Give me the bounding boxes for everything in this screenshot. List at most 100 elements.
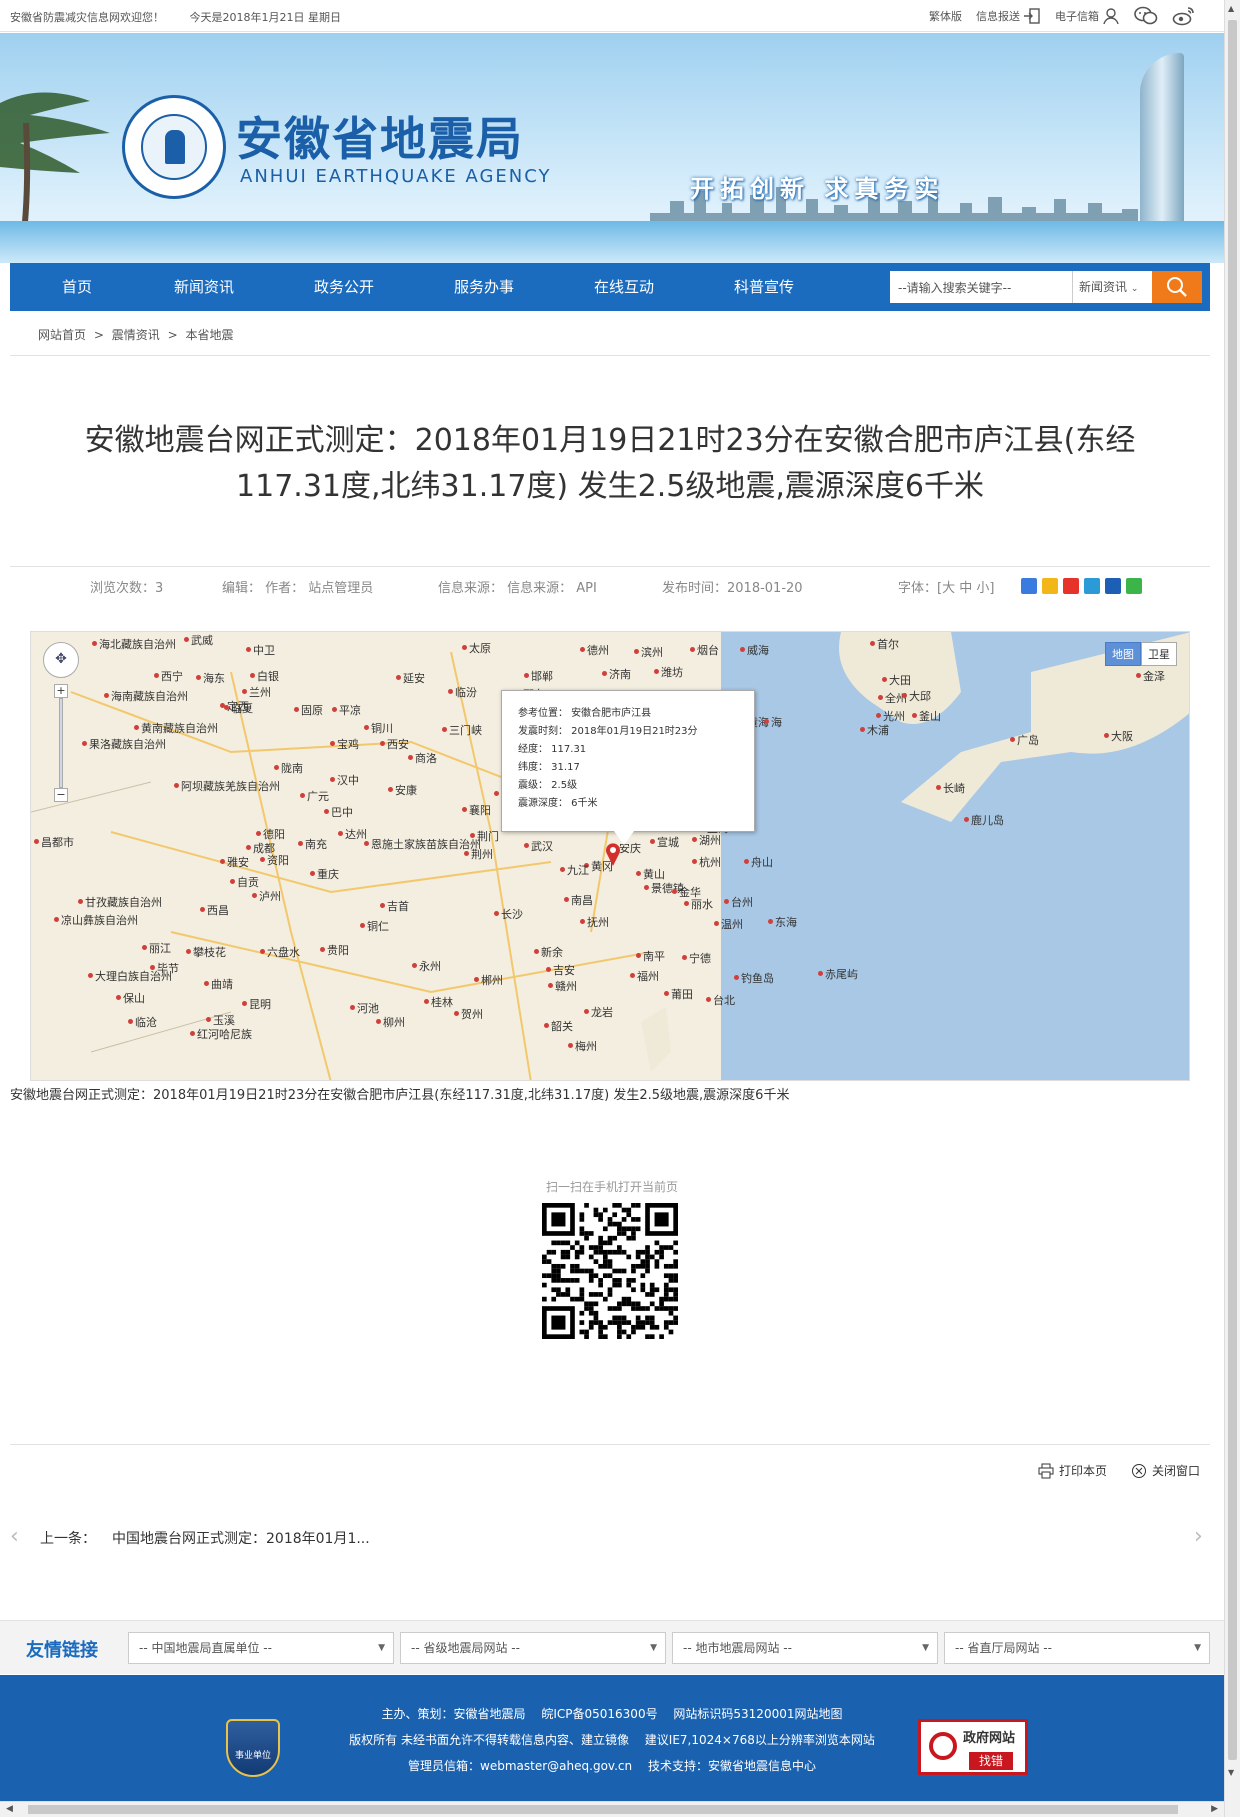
vertical-scrollbar[interactable]: ▲ ▼ bbox=[1224, 0, 1240, 1817]
share-tencent-icon[interactable] bbox=[1084, 578, 1100, 594]
map-pin-icon[interactable] bbox=[605, 842, 621, 866]
map-city-dot bbox=[274, 765, 279, 770]
map-label: 金泽 bbox=[1143, 670, 1165, 683]
scroll-up-icon[interactable]: ▲ bbox=[1228, 4, 1234, 13]
chevron-right-icon[interactable]: › bbox=[1194, 1524, 1203, 1549]
map-label: 广元 bbox=[307, 790, 329, 803]
map-city-dot bbox=[546, 967, 551, 972]
map-city-dot bbox=[442, 727, 447, 732]
footer-icp[interactable]: 皖ICP备05016300号 bbox=[541, 1707, 657, 1721]
nav-home[interactable]: 首页 bbox=[32, 263, 144, 311]
search-category-select[interactable]: 新闻资讯 ⌄ bbox=[1072, 271, 1152, 303]
footer-admin-email[interactable]: 管理员信箱：webmaster@aheq.gov.cn bbox=[408, 1759, 632, 1773]
map-city-dot bbox=[860, 727, 865, 732]
institution-badge[interactable]: 事业单位 bbox=[226, 1719, 280, 1777]
map-city-dot bbox=[1010, 737, 1015, 742]
breadcrumb-section[interactable]: 震情资讯 bbox=[112, 328, 160, 342]
map-label: 湖州 bbox=[699, 834, 721, 847]
map-label: 海北藏族自治州 bbox=[99, 638, 176, 651]
prev-title[interactable]: 中国地震台网正式测定：2018年01月1... bbox=[112, 1528, 370, 1548]
gov-error-report[interactable]: 政府网站 找错 bbox=[918, 1719, 1028, 1775]
wechat-icon[interactable] bbox=[1134, 6, 1158, 26]
breadcrumb-current[interactable]: 本省地震 bbox=[185, 328, 233, 342]
print-button[interactable]: 打印本页 bbox=[1038, 1462, 1107, 1479]
horizontal-scrollbar[interactable]: ◀ ▶ bbox=[0, 1801, 1224, 1817]
share-weibo-icon[interactable] bbox=[1063, 578, 1079, 594]
map-city-dot bbox=[912, 713, 917, 718]
map-label: 釜山 bbox=[919, 710, 941, 723]
weibo-icon[interactable] bbox=[1172, 6, 1196, 26]
site-title-en: ANHUI EARTHQUAKE AGENCY bbox=[240, 166, 552, 187]
map-zoom-out[interactable]: − bbox=[54, 788, 68, 802]
scroll-thumb[interactable] bbox=[1228, 20, 1237, 1760]
select-provincial-agencies[interactable]: -- 省级地震局网站 -- bbox=[400, 1632, 666, 1664]
nav-interaction[interactable]: 在线互动 bbox=[564, 263, 704, 311]
map-label: 临沧 bbox=[135, 1016, 157, 1029]
select-city-agencies[interactable]: -- 地市地震局网站 -- bbox=[672, 1632, 938, 1664]
share-wechat-icon[interactable] bbox=[1126, 578, 1142, 594]
map-label: 抚州 bbox=[587, 916, 609, 929]
select-provincial-departments[interactable]: -- 省直厅局网站 -- bbox=[944, 1632, 1210, 1664]
share-more-icon[interactable] bbox=[1021, 578, 1037, 594]
map-pan-control[interactable]: ✥ bbox=[43, 642, 79, 678]
footer-site-id[interactable]: 网站标识码53120001网站地图 bbox=[673, 1707, 842, 1721]
share-qzone-icon[interactable] bbox=[1042, 578, 1058, 594]
article-title: 安徽地震台网正式测定：2018年01月19日21时23分在安徽合肥市庐江县(东经… bbox=[84, 423, 1136, 504]
search-input[interactable] bbox=[890, 271, 1072, 303]
nav-science[interactable]: 科普宣传 bbox=[704, 263, 844, 311]
scroll-left-icon[interactable]: ◀ bbox=[6, 1804, 13, 1814]
map-label: 临汾 bbox=[455, 686, 477, 699]
qr-code bbox=[542, 1203, 678, 1339]
submit-info-link[interactable]: 信息报送 bbox=[976, 8, 1041, 24]
map-city-dot bbox=[734, 975, 739, 980]
select-cea-units[interactable]: -- 中国地震局直属单位 -- bbox=[128, 1632, 394, 1664]
scroll-right-icon[interactable]: ▶ bbox=[1211, 1804, 1218, 1814]
chevron-left-icon[interactable]: ‹ bbox=[10, 1526, 19, 1548]
chevron-down-icon: ⌄ bbox=[1130, 284, 1139, 294]
footer-line-2: 版权所有 未经书面允许不得转载信息内容、建立镜像 建议IE7,1024×768以… bbox=[0, 1731, 1224, 1748]
scroll-thumb-h[interactable] bbox=[28, 1805, 1178, 1814]
close-window-button[interactable]: 关闭窗口 bbox=[1131, 1462, 1200, 1479]
map-label: 荆州 bbox=[471, 848, 493, 861]
nav-gov-affairs[interactable]: 政务公开 bbox=[284, 263, 424, 311]
map-label: 海南藏族自治州 bbox=[111, 690, 188, 703]
map-label: 资阳 bbox=[267, 854, 289, 867]
view-count: 浏览次数：3 bbox=[90, 581, 164, 596]
earthquake-map[interactable]: ✥ + − 地图 卫星 海北藏族自治州 武威 中卫 太原 德州 滨州 烟台 威海 西宁 海东 白银 延… bbox=[30, 631, 1190, 1081]
map-label: 南平 bbox=[643, 950, 665, 963]
map-city-dot bbox=[1136, 673, 1141, 678]
map-label: 威海 bbox=[747, 644, 769, 657]
map-label: 福州 bbox=[637, 970, 659, 983]
submit-info-label: 信息报送 bbox=[976, 10, 1020, 23]
nav-services[interactable]: 服务办事 bbox=[424, 263, 564, 311]
map-label: 南充 bbox=[305, 838, 327, 851]
traditional-link[interactable]: 繁体版 bbox=[929, 8, 962, 24]
map-label: 宣城 bbox=[657, 836, 679, 849]
map-type-map[interactable]: 地图 bbox=[1105, 642, 1141, 666]
map-label: 丽江 bbox=[149, 942, 171, 955]
printer-icon bbox=[1038, 1463, 1054, 1478]
search-icon bbox=[1167, 277, 1187, 297]
scroll-down-icon[interactable]: ▼ bbox=[1228, 1768, 1234, 1777]
map-zoom-slider[interactable] bbox=[59, 698, 63, 788]
map-city-dot bbox=[320, 947, 325, 952]
map-city-dot bbox=[692, 837, 697, 842]
map-city-dot bbox=[250, 673, 255, 678]
font-size-switch[interactable]: 字体：[大 中 小] bbox=[898, 577, 994, 596]
nav-news[interactable]: 新闻资讯 bbox=[144, 263, 284, 311]
map-label: 达州 bbox=[345, 828, 367, 841]
map-type-satellite[interactable]: 卫星 bbox=[1141, 642, 1177, 666]
map-label: 莆田 bbox=[671, 988, 693, 1001]
close-icon bbox=[1131, 1463, 1146, 1478]
map-zoom-in[interactable]: + bbox=[54, 684, 68, 698]
gov-action: 找错 bbox=[969, 1752, 1013, 1770]
share-renren-icon[interactable] bbox=[1105, 578, 1121, 594]
breadcrumb-home[interactable]: 网站首页 bbox=[38, 328, 86, 342]
map-city-dot bbox=[128, 1019, 133, 1024]
map-label: 台北 bbox=[713, 994, 735, 1007]
email-link[interactable]: 电子信箱 bbox=[1055, 7, 1120, 25]
map-label: 广岛 bbox=[1017, 734, 1039, 747]
search-button[interactable] bbox=[1152, 271, 1202, 303]
gov-title: 政府网站 bbox=[963, 1731, 1016, 1746]
map-city-dot bbox=[380, 741, 385, 746]
